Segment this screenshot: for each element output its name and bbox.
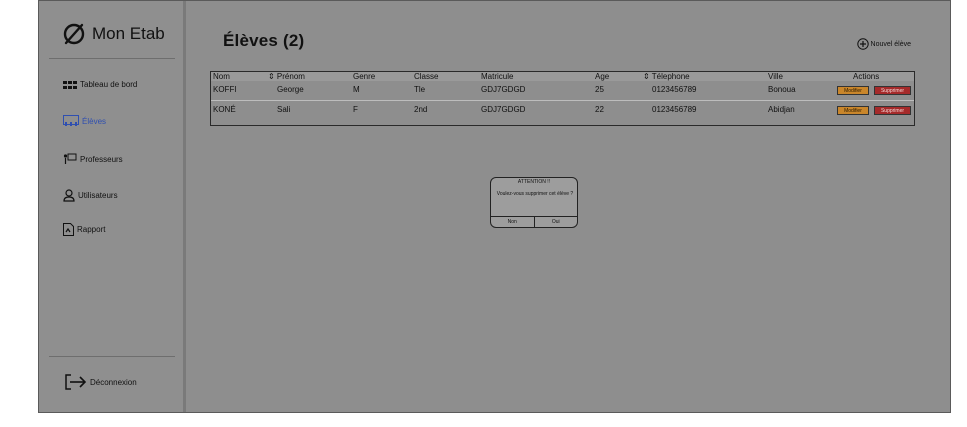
new-student-label: Nouvel élève <box>870 40 911 48</box>
user-icon <box>63 189 75 202</box>
app-title: Mon Etab <box>92 24 165 43</box>
table-row: KONÉ Sali F 2nd GDJ7GDGD 22 0123456789 A… <box>211 102 914 118</box>
cell-telephone: 0123456789 <box>652 85 697 94</box>
sidebar-item-rapport[interactable]: Rapport <box>63 223 105 236</box>
cell-nom: KOFFI <box>213 85 237 94</box>
logout-button[interactable]: Déconnexion <box>65 374 137 390</box>
app-window: Mon Etab Tableau de bord Élèves Professe… <box>38 0 951 413</box>
dialog-buttons: Non Oui <box>491 216 577 227</box>
column-header-actions: Actions <box>853 72 880 81</box>
logout-label: Déconnexion <box>90 377 137 387</box>
cell-genre: M <box>353 85 360 94</box>
cell-classe: Tle <box>414 85 426 94</box>
sidebar-item-professeurs[interactable]: Professeurs <box>63 153 123 165</box>
students-icon <box>63 115 79 126</box>
column-header-telephone[interactable]: ⇕ Télephone <box>643 72 690 81</box>
table-header: Nom ⇕ Prénom Genre Classe Matricule Age … <box>211 72 914 81</box>
cell-ville: Bonoua <box>768 85 796 94</box>
column-header-prenom[interactable]: ⇕ Prénom <box>268 72 305 81</box>
cell-telephone: 0123456789 <box>652 105 697 114</box>
dialog-no-button[interactable]: Non <box>491 217 534 227</box>
sidebar-item-utilisateurs[interactable]: Utilisateurs <box>63 189 118 202</box>
column-header-classe: Classe <box>414 72 439 81</box>
cell-prenom: Sali <box>277 105 291 114</box>
report-icon <box>63 223 74 236</box>
modify-button[interactable]: Modifier <box>837 86 869 95</box>
cell-genre: F <box>353 105 358 114</box>
sidebar-item-label: Tableau de bord <box>80 80 138 89</box>
cell-nom: KONÉ <box>213 105 236 114</box>
cell-matricule: GDJ7GDGD <box>481 105 526 114</box>
confirm-delete-dialog: ATTENTION !! Voulez-vous supprimer cet é… <box>490 177 578 228</box>
logo-icon <box>63 23 85 45</box>
row-divider <box>211 100 914 101</box>
dialog-title: ATTENTION !! <box>517 179 551 185</box>
logo: Mon Etab <box>62 21 165 47</box>
sidebar-item-eleves[interactable]: Élèves <box>63 115 106 127</box>
sidebar-divider <box>49 356 175 357</box>
cell-prenom: George <box>277 85 304 94</box>
modify-button[interactable]: Modifier <box>837 106 869 115</box>
column-header-ville: Ville <box>768 72 783 81</box>
dialog-message: Voulez-vous supprimer cet élève ? <box>496 191 574 197</box>
sidebar-divider <box>49 58 175 59</box>
cell-age: 25 <box>595 85 604 94</box>
dialog-yes-button[interactable]: Oui <box>533 217 578 227</box>
cell-ville: Abidjan <box>768 105 795 114</box>
sidebar-item-tableau-de-bord[interactable]: Tableau de bord <box>63 80 137 89</box>
column-header-nom[interactable]: Nom <box>213 72 230 81</box>
students-table: Nom ⇕ Prénom Genre Classe Matricule Age … <box>210 71 915 126</box>
sidebar-item-label: Professeurs <box>80 154 123 164</box>
logout-icon <box>65 374 87 390</box>
table-row: KOFFI George M Tle GDJ7GDGD 25 012345678… <box>211 82 914 98</box>
grid-icon <box>63 80 77 89</box>
delete-button[interactable]: Supprimer <box>874 106 911 115</box>
page-title: Élèves (2) <box>223 31 305 50</box>
sidebar-item-label: Rapport <box>77 225 106 234</box>
new-student-button[interactable]: Nouvel élève <box>856 38 911 50</box>
cell-matricule: GDJ7GDGD <box>481 85 526 94</box>
column-header-matricule: Matricule <box>481 72 514 81</box>
column-header-genre: Genre <box>353 72 376 81</box>
column-header-age: Age <box>595 72 610 81</box>
sidebar: Mon Etab Tableau de bord Élèves Professe… <box>39 1 186 412</box>
add-circle-icon <box>856 38 869 50</box>
main-content: Élèves (2) Nouvel élève Nom ⇕ Prénom Gen… <box>189 1 950 412</box>
cell-age: 22 <box>595 105 604 114</box>
sidebar-item-label: Utilisateurs <box>78 191 118 200</box>
teacher-icon <box>63 153 77 164</box>
sidebar-item-label: Élèves <box>82 116 107 126</box>
delete-button[interactable]: Supprimer <box>874 86 911 95</box>
cell-classe: 2nd <box>414 105 428 114</box>
